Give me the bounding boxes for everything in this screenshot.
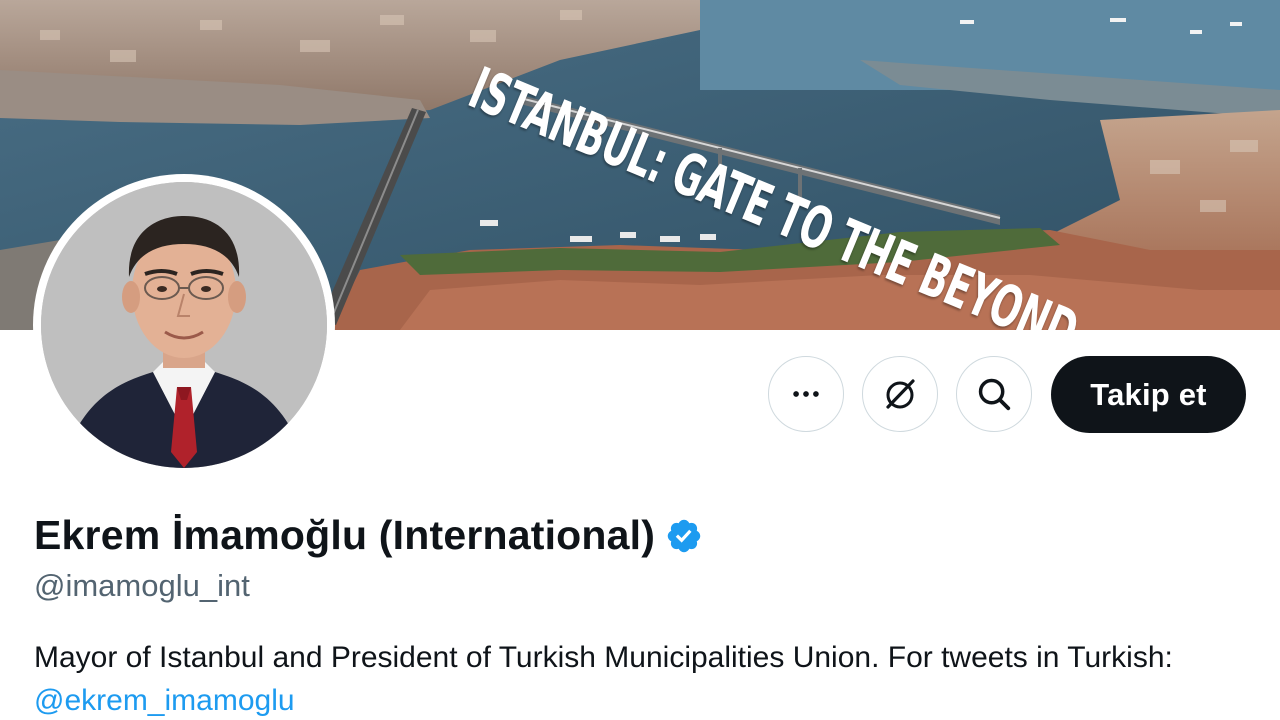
- profile-avatar[interactable]: [33, 174, 335, 476]
- bio-text: Mayor of Istanbul and President of Turki…: [34, 641, 1173, 674]
- avatar-portrait: [41, 182, 327, 468]
- search-icon: [978, 378, 1011, 411]
- bio-mention-link[interactable]: @ekrem_imamoglu: [34, 684, 295, 717]
- profile-name-row: Ekrem İmamoğlu (International): [34, 512, 703, 559]
- profile-bio: Mayor of Istanbul and President of Turki…: [34, 636, 1234, 720]
- search-button[interactable]: [956, 356, 1032, 432]
- verified-badge-icon[interactable]: [665, 517, 703, 555]
- avatar-photo: [41, 182, 327, 468]
- more-options-button[interactable]: [768, 356, 844, 432]
- profile-page: ISTANBUL: GATE TO THE BEYOND Takip et Ek…: [0, 0, 1280, 720]
- profile-handle: @imamoglu_int: [34, 568, 250, 603]
- more-horizontal-icon: [793, 391, 819, 397]
- follow-button[interactable]: Takip et: [1051, 356, 1246, 433]
- grok-button[interactable]: [862, 356, 938, 432]
- grok-icon: [886, 379, 915, 409]
- display-name: Ekrem İmamoğlu (International): [34, 512, 656, 558]
